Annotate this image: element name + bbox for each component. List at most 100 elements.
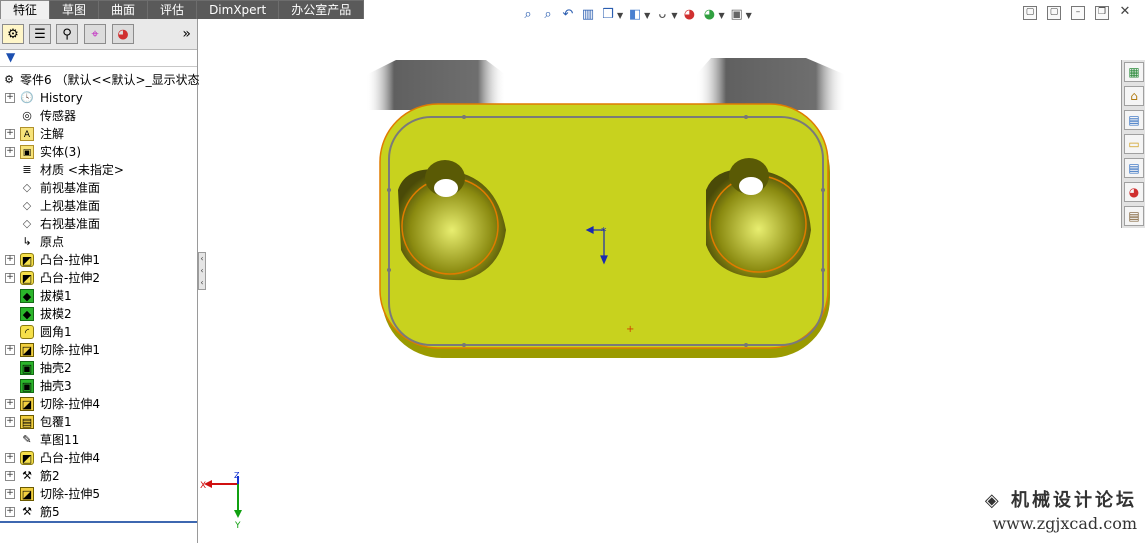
draft-icon: ◆ [20,307,34,321]
expand-toggle-icon[interactable]: + [5,93,15,103]
tree-item[interactable]: + ⚒ 筋2 [0,467,197,485]
expand-toggle-icon[interactable]: + [5,345,15,355]
tree-item[interactable]: + ◩ 凸台-拉伸1 [0,251,197,269]
tree-item[interactable]: ◇ 右视基准面 [0,215,197,233]
wrap-icon: ▤ [20,415,34,429]
tree-item-label: 拔模2 [40,307,72,321]
file-explorer-icon[interactable]: ▭ [1124,134,1144,154]
expand-toggle-icon[interactable]: + [5,129,15,139]
expand-toggle-icon[interactable]: + [5,399,15,409]
tree-item[interactable]: + ◩ 凸台-拉伸2 [0,269,197,287]
tab-surfaces[interactable]: 曲面 [98,0,149,19]
chevron-down-icon[interactable]: ▼ [617,11,623,20]
viewport-split-icon[interactable]: ▢ [1047,6,1061,20]
solidworks-resources-icon[interactable]: ▦ [1124,62,1144,82]
feature-manager-panel: ⚙ ☰ ⚲ ⌖ ◕ » ▼ ⚙ 零件6 （默认<<默认>_显示状态 + 🕓 Histor… [0,19,200,543]
tree-item[interactable]: ▣ 抽壳2 [0,359,197,377]
chevron-down-icon[interactable]: ▼ [718,11,724,20]
tab-evaluate[interactable]: 评估 [147,0,198,19]
minimize-icon[interactable]: – [1071,6,1085,20]
tree-item-label: 材质 <未指定> [40,163,124,177]
tree-item[interactable]: ≣ 材质 <未指定> [0,161,197,179]
tree-item-label: 零件6 （默认<<默认>_显示状态 [20,73,200,87]
tree-item[interactable]: + A 注解 [0,125,197,143]
property-manager-icon[interactable]: ☰ [29,24,51,44]
view-palette-icon[interactable]: ▤ [1124,158,1144,178]
view-settings-icon[interactable]: ▣ [729,7,745,23]
close-icon[interactable]: ✕ [1119,5,1131,18]
tree-root-part[interactable]: ⚙ 零件6 （默认<<默认>_显示状态 [0,71,200,89]
tab-dimxpert[interactable]: DimXpert [196,0,280,19]
tree-item[interactable]: + ◩ 凸台-拉伸4 [0,449,197,467]
graphics-viewport[interactable]: + * [206,30,1116,510]
tree-item[interactable]: ◜ 圆角1 [0,323,197,341]
tree-item[interactable]: + ◪ 切除-拉伸1 [0,341,197,359]
appearances-scenes-icon[interactable]: ◕ [1124,182,1144,202]
tree-item[interactable]: ◇ 前视基准面 [0,179,197,197]
plane-icon: ◇ [22,199,32,212]
part-model[interactable]: + * [366,58,846,358]
tree-item[interactable]: + 🕓 History [0,89,197,107]
tree-item-label: 筋5 [40,505,60,519]
expand-toggle-icon[interactable]: + [5,489,15,499]
home-icon[interactable]: ⌂ [1124,86,1144,106]
expand-toggle-icon[interactable]: + [5,507,15,517]
configuration-manager-icon[interactable]: ⚲ [56,24,78,44]
tree-item-label: 凸台-拉伸4 [40,451,100,465]
coordinate-triad[interactable]: X Y Z [200,470,250,530]
expand-panel-icon[interactable]: » [182,26,191,42]
expand-toggle-icon[interactable]: + [5,417,15,427]
design-library-icon[interactable]: ▤ [1124,110,1144,130]
tree-item[interactable]: + ◪ 切除-拉伸5 [0,485,197,503]
tree-item[interactable]: ✎ 草图11 [0,431,197,449]
tree-item-label: 凸台-拉伸2 [40,271,100,285]
previous-view-icon[interactable]: ↶ [560,7,576,23]
tab-office-products[interactable]: 办公室产品 [278,0,365,19]
restore-icon[interactable]: ❐ [1095,6,1109,20]
hide-show-items-icon[interactable]: ᴗ [654,7,670,23]
feature-manager-icon[interactable]: ⚙ [2,24,24,44]
shell-icon: ▣ [20,379,34,393]
rib-icon: ⚒ [22,505,32,518]
tree-item[interactable]: ◎ 传感器 [0,107,197,125]
tree-filter[interactable]: ▼ [0,50,197,67]
tab-features[interactable]: 特征 [0,0,51,20]
panel-collapse-handle[interactable]: ‹ ‹ ‹ [198,252,206,290]
dimxpert-manager-icon[interactable]: ⌖ [84,24,106,44]
tree-item[interactable]: ◇ 上视基准面 [0,197,197,215]
tree-item-label: 包覆1 [40,415,72,429]
section-view-icon[interactable]: ▥ [580,7,596,23]
viewport-layout-icon[interactable]: ▢ [1023,6,1037,20]
chevron-down-icon[interactable]: ▼ [746,11,752,20]
window-controls: ▢ ▢ – ❐ ✕ [1023,5,1131,20]
expand-toggle-icon[interactable]: + [5,273,15,283]
tree-item-label: 切除-拉伸4 [40,397,100,411]
tree-item[interactable]: + ⚒ 筋5 [0,503,197,521]
view-orientation-icon[interactable]: ❒ [600,7,616,23]
tree-item[interactable]: + ▤ 包覆1 [0,413,197,431]
tree-item[interactable]: ◆ 拔模1 [0,287,197,305]
display-style-icon[interactable]: ◧ [627,7,643,23]
expand-toggle-icon[interactable]: + [5,453,15,463]
tab-sketch[interactable]: 草图 [49,0,100,19]
zoom-to-area-icon[interactable]: ⌕ [540,7,556,23]
chevron-down-icon[interactable]: ▼ [644,11,650,20]
cut-extrude-icon: ◪ [20,343,34,357]
expand-toggle-icon[interactable]: + [5,255,15,265]
expand-toggle-icon[interactable]: + [5,147,15,157]
solid-bodies-icon: ▣ [20,145,34,159]
tree-item[interactable]: + ◪ 切除-拉伸4 [0,395,197,413]
expand-toggle-icon[interactable]: + [5,471,15,481]
tree-item[interactable]: ◆ 拔模2 [0,305,197,323]
custom-properties-icon[interactable]: ▤ [1124,206,1144,226]
tree-item[interactable]: + ▣ 实体(3) [0,143,197,161]
tree-item[interactable]: ↳ 原点 [0,233,197,251]
display-manager-icon[interactable]: ◕ [112,24,134,44]
filter-icon[interactable]: ▼ [6,50,15,64]
tree-item[interactable]: ▣ 抽壳3 [0,377,197,395]
apply-scene-icon[interactable]: ◕ [701,7,717,23]
watermark: ◈ 机械设计论坛 www.zgjxcad.com [985,486,1137,533]
chevron-down-icon[interactable]: ▼ [671,11,677,20]
edit-appearance-icon[interactable]: ◕ [681,7,697,23]
zoom-to-fit-icon[interactable]: ⌕ [520,7,536,23]
